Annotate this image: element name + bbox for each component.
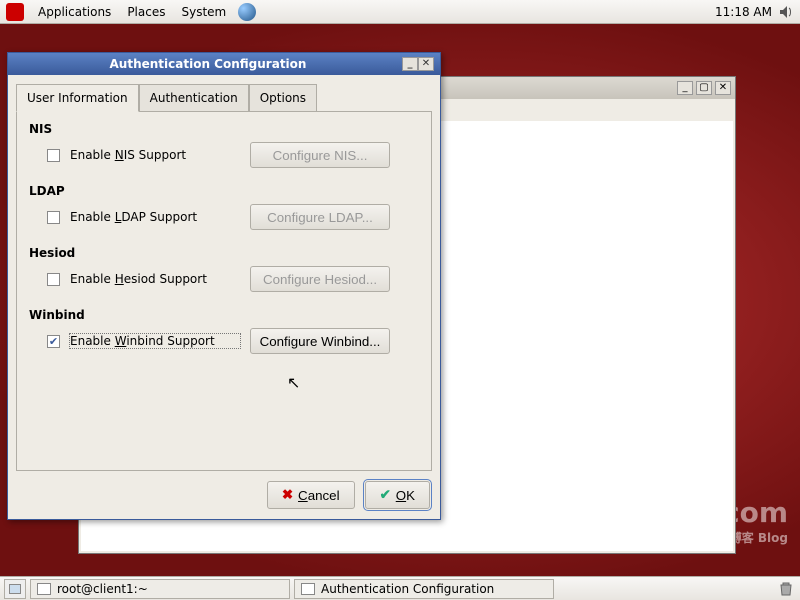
dialog-button-row: ✖Cancel ✔OK [8, 471, 440, 519]
tab-authentication[interactable]: Authentication [139, 84, 249, 112]
top-panel: Applications Places System 11:18 AM [0, 0, 800, 24]
checkbox-enable-winbind[interactable] [47, 335, 60, 348]
checkbox-enable-hesiod[interactable] [47, 273, 60, 286]
terminal-task-icon [37, 583, 51, 595]
checkbox-enable-nis[interactable] [47, 149, 60, 162]
menu-applications[interactable]: Applications [30, 2, 119, 22]
tab-bar: User Information Authentication Options [16, 83, 432, 111]
tab-options[interactable]: Options [249, 84, 317, 112]
terminal-maximize-button[interactable]: ▢ [696, 81, 712, 95]
terminal-close-button[interactable]: ✕ [715, 81, 731, 95]
dialog-close-button[interactable]: ✕ [418, 57, 434, 71]
label-enable-winbind: Enable Winbind Support [70, 334, 240, 348]
distro-icon[interactable] [6, 3, 24, 21]
section-winbind-label: Winbind [29, 308, 419, 322]
menu-places[interactable]: Places [119, 2, 173, 22]
tab-content-user-information: NIS Enable NIS Support Configure NIS... … [16, 111, 432, 471]
ok-button[interactable]: ✔OK [365, 481, 430, 509]
dialog-task-icon [301, 583, 315, 595]
checkbox-enable-ldap[interactable] [47, 211, 60, 224]
dialog-title: Authentication Configuration [14, 57, 402, 71]
clock[interactable]: 11:18 AM [715, 5, 772, 19]
desktop: 51CTO.com 技术博客 Blog _ ▢ ✕ g-authenticati… [0, 24, 800, 576]
auth-config-dialog: Authentication Configuration _ ✕ User In… [7, 52, 441, 520]
taskbar-terminal[interactable]: root@client1:~ [30, 579, 290, 599]
trash-icon[interactable] [776, 579, 796, 599]
bottom-panel: root@client1:~ Authentication Configurat… [0, 576, 800, 600]
label-enable-hesiod: Enable Hesiod Support [70, 272, 240, 286]
ok-icon: ✔ [380, 487, 391, 503]
menu-system[interactable]: System [173, 2, 234, 22]
terminal-minimize-button[interactable]: _ [677, 81, 693, 95]
volume-icon[interactable] [778, 4, 794, 20]
label-enable-nis: Enable NIS Support [70, 148, 240, 162]
cancel-icon: ✖ [282, 487, 293, 503]
configure-hesiod-button: Configure Hesiod... [250, 266, 390, 292]
cancel-button[interactable]: ✖Cancel [267, 481, 355, 509]
section-hesiod-label: Hesiod [29, 246, 419, 260]
configure-nis-button: Configure NIS... [250, 142, 390, 168]
dialog-minimize-button[interactable]: _ [402, 57, 418, 71]
browser-launcher-icon[interactable] [238, 3, 256, 21]
show-desktop-button[interactable] [4, 579, 26, 599]
configure-ldap-button: Configure LDAP... [250, 204, 390, 230]
configure-winbind-button[interactable]: Configure Winbind... [250, 328, 390, 354]
tab-user-information[interactable]: User Information [16, 84, 139, 112]
section-ldap-label: LDAP [29, 184, 419, 198]
dialog-titlebar[interactable]: Authentication Configuration _ ✕ [8, 53, 440, 75]
label-enable-ldap: Enable LDAP Support [70, 210, 240, 224]
section-nis-label: NIS [29, 122, 419, 136]
taskbar-auth-config[interactable]: Authentication Configuration [294, 579, 554, 599]
